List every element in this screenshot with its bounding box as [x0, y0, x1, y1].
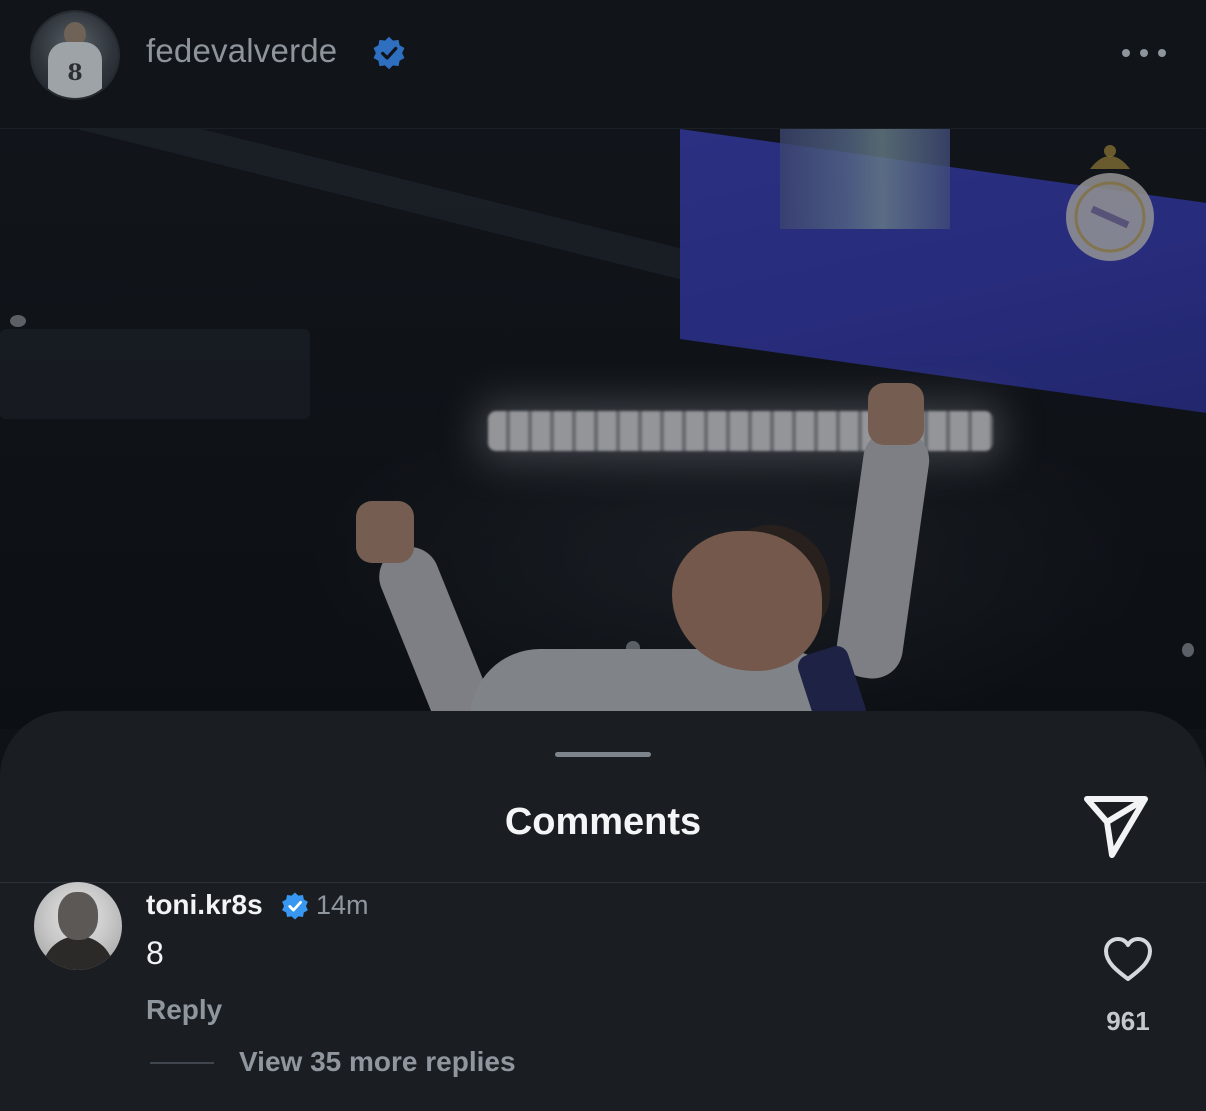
replies-indent-line — [150, 1062, 214, 1064]
comment-timestamp: 14m — [316, 890, 369, 920]
more-horizontal-icon[interactable] — [1118, 38, 1170, 68]
image-dim-overlay — [0, 129, 1206, 729]
post-author-avatar[interactable]: 8 — [32, 12, 118, 98]
heart-icon[interactable] — [1102, 935, 1154, 983]
comment-text: 8 — [146, 935, 164, 971]
commenter-username[interactable]: toni.kr8s — [146, 889, 263, 921]
comments-sheet: Comments toni.kr8s 14m 8 Reply 961 View … — [0, 711, 1206, 1111]
commenter-avatar[interactable] — [34, 882, 122, 970]
more-dot — [1122, 49, 1130, 57]
post-photo[interactable] — [0, 129, 1206, 729]
sheet-divider — [0, 882, 1206, 883]
verified-badge-icon — [282, 892, 308, 920]
like-count: 961 — [1106, 1006, 1150, 1036]
reply-button[interactable]: Reply — [146, 994, 222, 1026]
avatar-face — [58, 892, 98, 940]
post-author-username[interactable]: fedevalverde — [146, 32, 337, 70]
view-more-replies-button[interactable]: View 35 more replies — [239, 1046, 516, 1078]
verified-badge-icon — [373, 36, 405, 70]
more-dot — [1140, 49, 1148, 57]
avatar-jersey-number: 8 — [67, 60, 83, 86]
sheet-title: Comments — [504, 801, 702, 843]
avatar-shoulders — [42, 936, 114, 970]
drag-handle[interactable] — [555, 752, 651, 757]
more-dot — [1158, 49, 1166, 57]
send-icon[interactable] — [1082, 789, 1150, 863]
post-header: 8 fedevalverde — [0, 0, 1206, 129]
